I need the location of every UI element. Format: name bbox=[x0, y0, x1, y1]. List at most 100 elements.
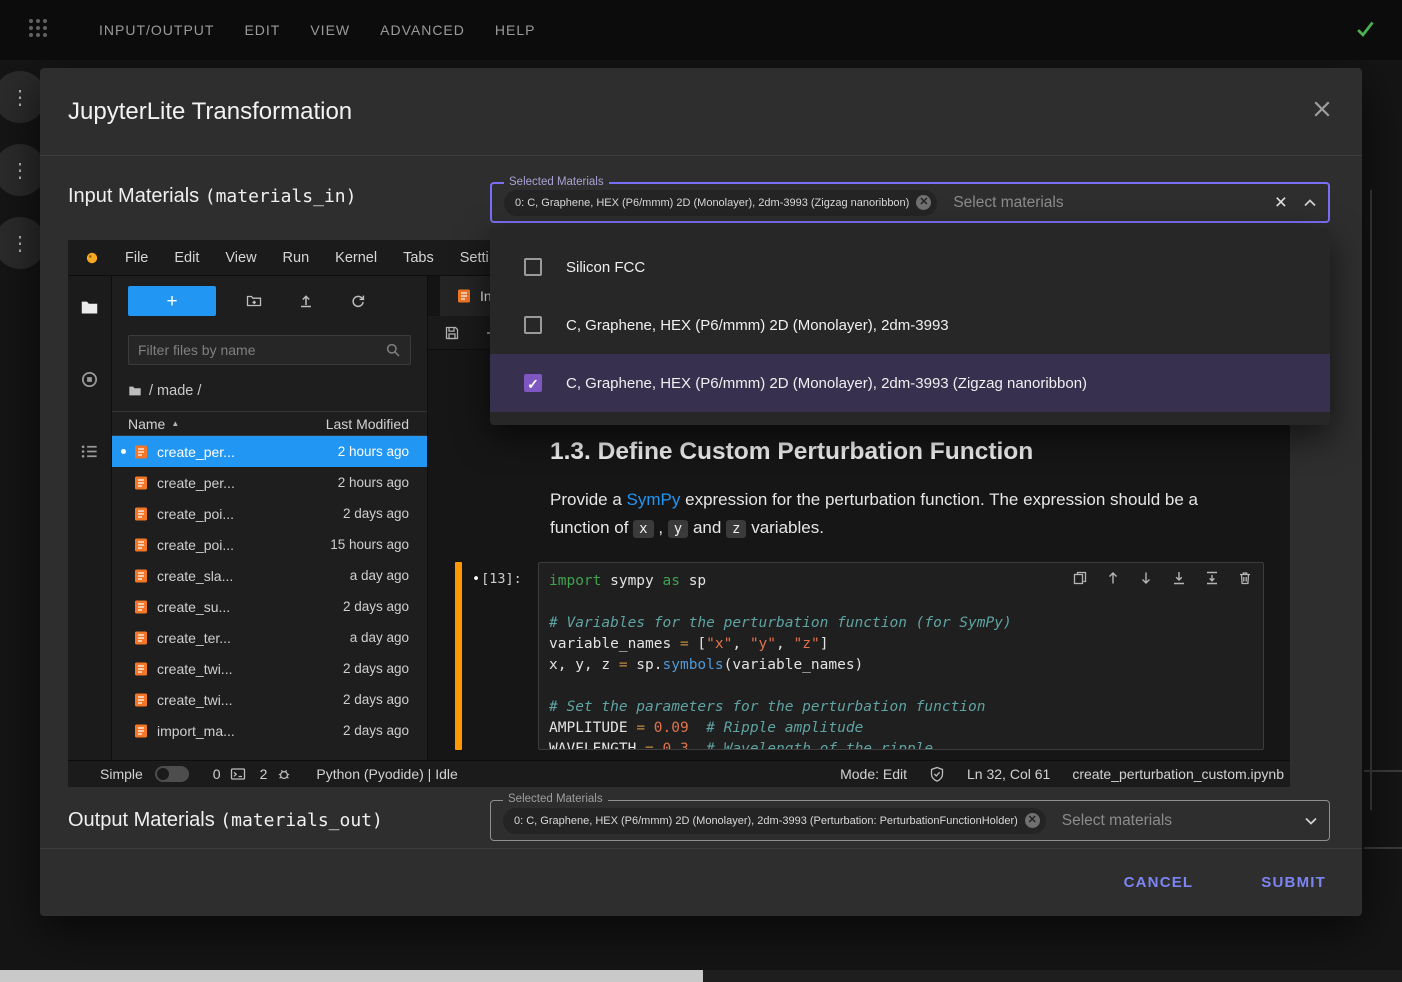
code-cell[interactable]: import sympy as sp # Variables for the p… bbox=[538, 562, 1264, 750]
file-row[interactable]: import_ma...2 days ago bbox=[112, 715, 427, 746]
topbar-menu-item[interactable]: ADVANCED bbox=[365, 22, 480, 38]
jupyterlab-menu-item[interactable]: Kernel bbox=[322, 250, 390, 266]
success-check-icon[interactable] bbox=[1354, 17, 1376, 44]
dialog-header: JupyterLite Transformation bbox=[40, 68, 1362, 156]
insert-cell-above-icon[interactable] bbox=[1171, 570, 1187, 586]
file-name: create_per... bbox=[157, 444, 235, 460]
checkbox-icon[interactable]: ✓ bbox=[524, 374, 542, 392]
file-row[interactable]: create_per...2 hours ago bbox=[112, 436, 427, 467]
refresh-icon[interactable] bbox=[350, 293, 366, 309]
file-modified: 2 days ago bbox=[343, 599, 409, 614]
code-line: x, y, z = sp.symbols(variable_names) bbox=[549, 655, 1253, 676]
topbar-menu-item[interactable]: HELP bbox=[480, 22, 551, 38]
markdown-heading: 1.3. Define Custom Perturbation Function bbox=[550, 438, 1250, 466]
notebook-file-icon bbox=[133, 661, 149, 677]
submit-button[interactable]: SUBMIT bbox=[1255, 873, 1332, 892]
column-last-modified[interactable]: Last Modified bbox=[326, 416, 409, 432]
cancel-button[interactable]: CANCEL bbox=[1118, 873, 1200, 892]
code-line: # Set the parameters for the perturbatio… bbox=[549, 697, 1253, 718]
file-row[interactable]: create_twi...2 days ago bbox=[112, 653, 427, 684]
code-line bbox=[549, 676, 1253, 697]
file-list: create_per...2 hours agocreate_per...2 h… bbox=[112, 436, 427, 746]
breadcrumb[interactable]: / made / bbox=[128, 379, 411, 403]
file-name: create_su... bbox=[157, 599, 230, 615]
jupyterlab-menu-item[interactable]: Tabs bbox=[390, 250, 447, 266]
code-line: variable_names = ["x", "y", "z"] bbox=[549, 634, 1253, 655]
checkbox-icon[interactable] bbox=[524, 316, 542, 334]
terminal-icon bbox=[230, 766, 246, 782]
code-editor[interactable]: import sympy as sp # Variables for the p… bbox=[549, 571, 1253, 750]
jupyterlab-menu-item[interactable]: View bbox=[212, 250, 269, 266]
dialog-title: JupyterLite Transformation bbox=[68, 98, 352, 126]
file-row[interactable]: create_poi...15 hours ago bbox=[112, 529, 427, 560]
notebook-file-icon bbox=[133, 444, 149, 460]
topbar-menu-item[interactable]: INPUT/OUTPUT bbox=[84, 22, 229, 38]
chevron-up-icon[interactable] bbox=[1302, 195, 1318, 211]
material-option[interactable]: C, Graphene, HEX (P6/mmm) 2D (Monolayer)… bbox=[490, 296, 1330, 354]
file-name: create_sla... bbox=[157, 568, 233, 584]
duplicate-cell-icon[interactable] bbox=[1072, 570, 1088, 586]
code-line: # Variables for the perturbation functio… bbox=[549, 613, 1253, 634]
material-option-label: Silicon FCC bbox=[566, 259, 645, 276]
terminals-count[interactable]: 0 bbox=[213, 766, 221, 782]
input-materials-select[interactable]: Selected Materials 0: C, Graphene, HEX (… bbox=[490, 182, 1330, 223]
chevron-down-icon[interactable] bbox=[1303, 813, 1319, 829]
move-cell-down-icon[interactable] bbox=[1138, 570, 1154, 586]
jupyterlab-menu-item[interactable]: Run bbox=[270, 250, 323, 266]
scrollbar-thumb[interactable] bbox=[0, 970, 703, 982]
app-logo-icon[interactable] bbox=[26, 16, 50, 45]
table-of-contents-icon[interactable] bbox=[80, 442, 99, 466]
notebook-file-icon bbox=[133, 568, 149, 584]
kernels-count[interactable]: 2 bbox=[260, 766, 268, 782]
column-name[interactable]: Name bbox=[128, 416, 165, 432]
file-browser-icon[interactable] bbox=[80, 298, 99, 322]
file-row[interactable]: create_per...2 hours ago bbox=[112, 467, 427, 498]
material-option[interactable]: ✓C, Graphene, HEX (P6/mmm) 2D (Monolayer… bbox=[490, 354, 1330, 412]
horizontal-scrollbar[interactable] bbox=[0, 970, 1402, 982]
execution-prompt: •[13]: bbox=[472, 562, 538, 750]
file-row[interactable]: create_twi...2 days ago bbox=[112, 684, 427, 715]
upload-icon[interactable] bbox=[298, 293, 314, 309]
jupyterlab-menu-item[interactable]: File bbox=[112, 250, 161, 266]
file-name: create_poi... bbox=[157, 506, 234, 522]
file-row[interactable]: create_ter...a day ago bbox=[112, 622, 427, 653]
new-launcher-button[interactable]: + bbox=[128, 286, 216, 316]
simple-mode-toggle[interactable] bbox=[155, 766, 189, 782]
file-modified: 2 days ago bbox=[343, 506, 409, 521]
output-materials-select[interactable]: Selected Materials 0: C, Graphene, HEX (… bbox=[490, 800, 1330, 841]
chip-remove-icon[interactable]: ✕ bbox=[916, 195, 931, 210]
filter-files-input[interactable]: Filter files by name bbox=[128, 335, 411, 365]
selected-material-chip[interactable]: 0: C, Graphene, HEX (P6/mmm) 2D (Monolay… bbox=[504, 190, 937, 216]
file-modified: 2 days ago bbox=[343, 723, 409, 738]
selected-material-chip[interactable]: 0: C, Graphene, HEX (P6/mmm) 2D (Monolay… bbox=[503, 808, 1046, 834]
move-cell-up-icon[interactable] bbox=[1105, 570, 1121, 586]
clear-selection-icon[interactable]: × bbox=[1275, 192, 1287, 213]
file-row[interactable]: create_su... 2 days ago bbox=[112, 591, 427, 622]
file-row[interactable]: create_poi... 2 days ago bbox=[112, 498, 427, 529]
jupyter-logo-icon bbox=[84, 250, 100, 266]
cell-collapser[interactable] bbox=[455, 562, 462, 750]
save-icon[interactable] bbox=[444, 325, 460, 341]
search-icon bbox=[385, 342, 401, 358]
kebab-menu-icon: ⋮ bbox=[10, 158, 30, 183]
jupyterlab-menu-item[interactable]: Edit bbox=[161, 250, 212, 266]
new-folder-icon[interactable] bbox=[246, 293, 262, 309]
chip-remove-icon[interactable]: ✕ bbox=[1025, 813, 1040, 828]
code-line: AMPLITUDE = 0.09 # Ripple amplitude bbox=[549, 718, 1253, 739]
active-filename: create_perturbation_custom.ipynb bbox=[1072, 766, 1284, 782]
file-row[interactable]: create_sla...a day ago bbox=[112, 560, 427, 591]
material-option[interactable]: Silicon FCC bbox=[490, 238, 1330, 296]
mode-indicator[interactable]: Mode: Edit bbox=[840, 766, 907, 782]
insert-cell-below-icon[interactable] bbox=[1204, 570, 1220, 586]
topbar-menu-item[interactable]: VIEW bbox=[295, 22, 365, 38]
delete-cell-icon[interactable] bbox=[1237, 570, 1253, 586]
screen: INPUT/OUTPUTEDITVIEWADVANCEDHELP ⋮ ⋮ ⋮ J… bbox=[0, 0, 1402, 982]
kernel-status[interactable]: Python (Pyodide) | Idle bbox=[316, 766, 457, 782]
close-icon[interactable] bbox=[1310, 97, 1334, 126]
running-sessions-icon[interactable] bbox=[80, 370, 99, 394]
cursor-position[interactable]: Ln 32, Col 61 bbox=[967, 766, 1050, 782]
sympy-link[interactable]: SymPy bbox=[627, 490, 681, 509]
checkbox-icon[interactable] bbox=[524, 258, 542, 276]
select-legend: Selected Materials bbox=[503, 793, 608, 805]
topbar-menu-item[interactable]: EDIT bbox=[229, 22, 295, 38]
